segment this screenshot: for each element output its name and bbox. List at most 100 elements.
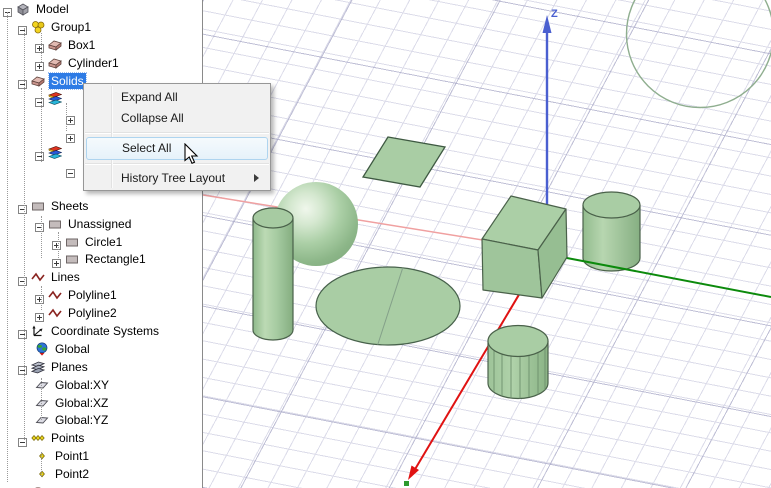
tree-item-model[interactable]: Model: [0, 0, 202, 18]
tree-item-unassigned[interactable]: Unassigned: [0, 215, 202, 233]
tree-item-label[interactable]: Solids: [49, 73, 86, 89]
expand-icon[interactable]: [52, 237, 61, 246]
menu-item-select-all[interactable]: Select All: [86, 137, 268, 160]
tree-item-label[interactable]: Sheets: [49, 198, 90, 214]
context-menu: Expand All Collapse All Select All Histo…: [83, 83, 271, 191]
rectangle-sheet-shape[interactable]: [363, 137, 445, 187]
tree-item-global-xy[interactable]: Global:XY: [0, 376, 202, 394]
tree-item-label[interactable]: Point2: [53, 466, 91, 482]
sheet-icon: [65, 252, 79, 266]
tree-item-label[interactable]: Point1: [53, 448, 91, 464]
tree-item-label[interactable]: Global:XY: [53, 377, 111, 393]
sheet-icon: [65, 235, 79, 249]
collapse-icon[interactable]: [35, 94, 44, 103]
tree-item-global-xz[interactable]: Global:XZ: [0, 394, 202, 412]
expand-icon[interactable]: [35, 58, 44, 67]
solid-icon: [48, 38, 62, 52]
tree-item-label[interactable]: Box1: [66, 37, 97, 53]
tree-item-lines[interactable]: Lines: [0, 268, 202, 286]
expand-icon[interactable]: [66, 130, 75, 139]
tree-item-label[interactable]: Rectangle1: [83, 251, 148, 267]
plane-icon: [35, 396, 49, 410]
tree-item-point1[interactable]: Point1: [0, 447, 202, 465]
collapse-icon[interactable]: [18, 273, 27, 282]
model-tree-panel: Model Group1 Box1 Cylinder1 Solids Sheets Unas…: [0, 0, 202, 488]
tree-item-label[interactable]: Group1: [49, 19, 93, 35]
application-window: Z: [0, 0, 771, 488]
tree-item-label[interactable]: Global: [53, 341, 92, 357]
menu-item-expand-all[interactable]: Expand All: [86, 87, 268, 108]
tree-item-polyline1[interactable]: Polyline1: [0, 286, 202, 304]
y-axis: [546, 254, 771, 297]
tree-item-label[interactable]: Model: [34, 1, 71, 17]
collapse-icon[interactable]: [66, 165, 75, 174]
collapse-icon[interactable]: [35, 219, 44, 228]
x-axis-arrowhead: [408, 466, 419, 481]
tree-item-polyline2[interactable]: Polyline2: [0, 304, 202, 322]
tree-item-label[interactable]: Lines: [49, 269, 82, 285]
collapse-icon[interactable]: [18, 362, 27, 371]
collapse-icon[interactable]: [35, 148, 44, 157]
panel-splitter[interactable]: [202, 0, 203, 488]
tree-item-point2[interactable]: Point2: [0, 465, 202, 483]
menu-item-history-tree-layout[interactable]: History Tree Layout: [86, 168, 268, 189]
expand-icon[interactable]: [66, 112, 75, 121]
group-icon: [31, 20, 45, 34]
tree-item-cylinder1[interactable]: Cylinder1: [0, 54, 202, 72]
line-icon: [48, 306, 62, 320]
large-circle-arc[interactable]: [627, 0, 771, 108]
tall-cylinder-shape[interactable]: [253, 208, 293, 340]
tree-item-label[interactable]: Circle1: [83, 234, 124, 250]
tree-item-label[interactable]: Points: [49, 430, 86, 446]
sheet-icon: [48, 217, 62, 231]
solid-icon: [48, 56, 62, 70]
tree-item-label[interactable]: Global:YZ: [53, 412, 110, 428]
tree-item-circle1[interactable]: Circle1: [0, 233, 202, 251]
tree-item-label[interactable]: Coordinate Systems: [49, 323, 161, 339]
points-icon: [31, 431, 45, 445]
tree-item-box1[interactable]: Box1: [0, 36, 202, 54]
tree-item-global[interactable]: Global: [0, 340, 202, 358]
point-icon: [35, 449, 49, 463]
bodies-icon: [48, 145, 62, 159]
disc-shape[interactable]: [316, 264, 460, 350]
globe-icon: [35, 342, 49, 356]
tree-item-hidden-27[interactable]: [0, 483, 202, 488]
collapse-icon[interactable]: [18, 22, 27, 31]
collapse-icon[interactable]: [18, 326, 27, 335]
collapse-icon[interactable]: [18, 76, 27, 85]
collapse-icon[interactable]: [18, 434, 27, 443]
expand-icon[interactable]: [35, 309, 44, 318]
tree-item-sheets[interactable]: Sheets: [0, 197, 202, 215]
expand-icon[interactable]: [52, 255, 61, 264]
tree-item-global-yz[interactable]: Global:YZ: [0, 411, 202, 429]
expand-icon[interactable]: [35, 291, 44, 300]
tree-item-group1[interactable]: Group1: [0, 18, 202, 36]
tree-item-label[interactable]: Unassigned: [66, 216, 133, 232]
tree-item-planes[interactable]: Planes: [0, 358, 202, 376]
mouse-cursor-icon: [184, 143, 199, 165]
tree-item-label[interactable]: Global:XZ: [53, 395, 110, 411]
plane-icon: [35, 378, 49, 392]
tree-item-rectangle1[interactable]: Rectangle1: [0, 250, 202, 268]
tree-item-label[interactable]: Cylinder1: [66, 55, 121, 71]
tree-item-label[interactable]: Polyline1: [66, 287, 119, 303]
tree-item-label[interactable]: Polyline2: [66, 305, 119, 321]
planes-icon: [31, 360, 45, 374]
expand-icon[interactable]: [35, 40, 44, 49]
solid-icon: [31, 74, 45, 88]
tree-item-label[interactable]: Planes: [49, 359, 90, 375]
menu-item-label: History Tree Layout: [121, 171, 225, 185]
box-shape[interactable]: [482, 196, 567, 298]
tree-item-coordinate-systems[interactable]: Coordinate Systems: [0, 322, 202, 340]
point-icon: [35, 467, 49, 481]
sheet-icon: [31, 199, 45, 213]
line-icon: [31, 270, 45, 284]
right-cylinder-shape[interactable]: [583, 192, 640, 271]
bodies-icon: [48, 91, 62, 105]
menu-item-collapse-all[interactable]: Collapse All: [86, 108, 268, 129]
faceted-cylinder-shape[interactable]: [488, 326, 548, 399]
collapse-icon[interactable]: [18, 201, 27, 210]
viewport-3d[interactable]: Z: [203, 0, 771, 488]
tree-item-points[interactable]: Points: [0, 429, 202, 447]
